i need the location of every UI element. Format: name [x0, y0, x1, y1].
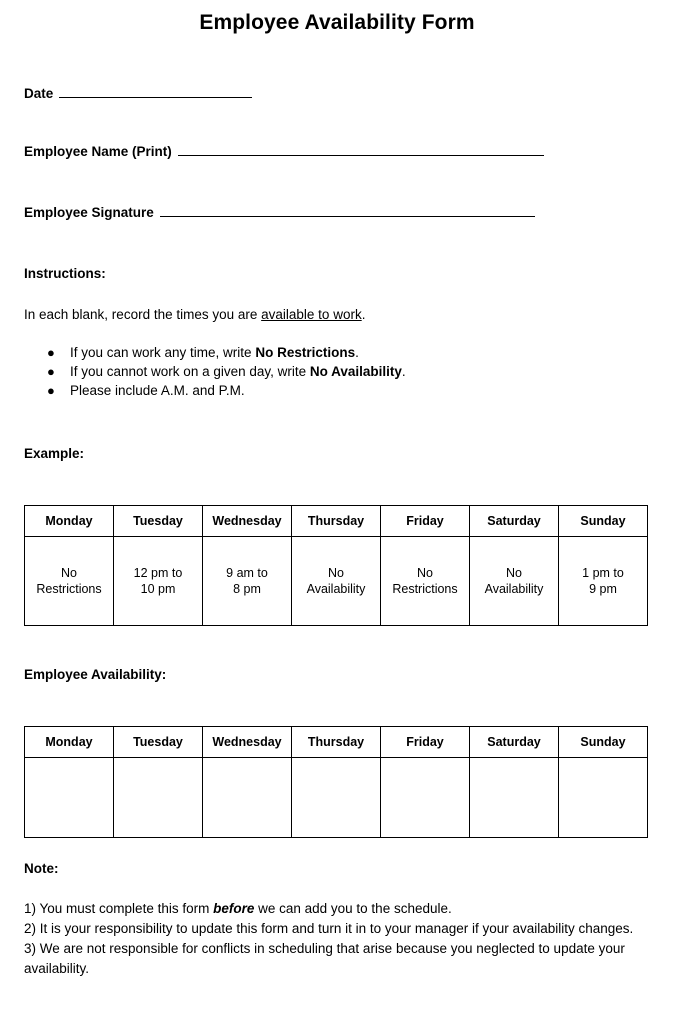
- column-header-friday: Friday: [380, 505, 470, 537]
- note-item-1-suffix: we can add you to the schedule.: [254, 901, 452, 916]
- cell-line: Availability: [484, 582, 544, 596]
- table-header-row: Monday Tuesday Wednesday Thursday Friday…: [24, 726, 648, 758]
- column-header-tuesday: Tuesday: [113, 726, 203, 758]
- example-cell-monday: No Restrictions: [24, 536, 114, 626]
- bullet-icon: ●: [47, 383, 55, 398]
- availability-cell-saturday[interactable]: [469, 757, 559, 838]
- cell-line: No: [328, 566, 344, 580]
- example-cell-wednesday: 9 am to 8 pm: [202, 536, 292, 626]
- instructions-intro-underlined: available to work: [261, 307, 362, 322]
- column-header-wednesday: Wednesday: [202, 505, 292, 537]
- availability-cell-wednesday[interactable]: [202, 757, 292, 838]
- note-item-3: 3) We are not responsible for conflicts …: [24, 939, 650, 979]
- example-cell-saturday: No Availability: [469, 536, 559, 626]
- list-item-text-suffix: .: [401, 364, 406, 379]
- column-header-monday: Monday: [24, 726, 114, 758]
- note-item-1-emphasis: before: [213, 901, 255, 916]
- note-item-1-prefix: 1) You must complete this form: [24, 901, 214, 916]
- list-item-text-prefix: If you cannot work on a given day, write: [70, 364, 310, 379]
- example-cell-tuesday: 12 pm to 10 pm: [113, 536, 203, 626]
- column-header-thursday: Thursday: [291, 505, 381, 537]
- field-date-input-rule[interactable]: [59, 86, 253, 98]
- page-title: Employee Availability Form: [199, 11, 475, 34]
- column-header-saturday: Saturday: [469, 505, 559, 537]
- column-header-wednesday: Wednesday: [202, 726, 292, 758]
- instructions-intro-prefix: In each blank, record the times you are: [24, 307, 262, 322]
- cell-line: 12 pm to: [133, 566, 183, 580]
- example-heading: Example:: [24, 446, 85, 461]
- note-heading: Note:: [24, 861, 59, 876]
- field-date: Date: [24, 86, 253, 101]
- example-cell-sunday: 1 pm to 9 pm: [558, 536, 648, 626]
- note-item-1: 1) You must complete this form before we…: [24, 899, 650, 919]
- example-cell-friday: No Restrictions: [380, 536, 470, 626]
- cell-line: 9 pm: [589, 582, 617, 596]
- availability-cell-friday[interactable]: [380, 757, 470, 838]
- field-employee-name-label: Employee Name (Print): [24, 144, 172, 159]
- employee-availability-heading: Employee Availability:: [24, 667, 167, 682]
- availability-cell-thursday[interactable]: [291, 757, 381, 838]
- list-item-text-prefix: If you can work any time, write: [70, 345, 256, 360]
- instructions-intro-suffix: .: [361, 307, 366, 322]
- instructions-bullet-list: ● If you can work any time, write No Rest…: [47, 343, 406, 400]
- field-employee-name: Employee Name (Print): [24, 144, 544, 159]
- column-header-thursday: Thursday: [291, 726, 381, 758]
- column-header-tuesday: Tuesday: [113, 505, 203, 537]
- list-item: ● If you can work any time, write No Rest…: [47, 343, 406, 362]
- field-employee-name-input-rule[interactable]: [177, 144, 544, 156]
- field-date-label: Date: [24, 86, 54, 101]
- column-header-monday: Monday: [24, 505, 114, 537]
- availability-cell-tuesday[interactable]: [113, 757, 203, 838]
- cell-line: Restrictions: [36, 582, 102, 596]
- instructions-heading: Instructions:: [24, 266, 106, 281]
- cell-line: Restrictions: [392, 582, 458, 596]
- table-row: No Restrictions 12 pm to 10 pm 9 am to 8…: [24, 536, 648, 626]
- note-item-3-text: 3) We are not responsible for conflicts …: [24, 941, 625, 976]
- column-header-sunday: Sunday: [558, 505, 648, 537]
- list-item-text-emphasis: No Restrictions: [255, 345, 356, 360]
- note-item-2: 2) It is your responsibility to update t…: [24, 919, 650, 939]
- note-item-2-text: 2) It is your responsibility to update t…: [24, 921, 634, 936]
- bullet-icon: ●: [47, 364, 55, 379]
- list-item-text-emphasis: No Availability: [309, 364, 402, 379]
- field-employee-signature-input-rule[interactable]: [159, 205, 535, 217]
- list-item: ● If you cannot work on a given day, writ…: [47, 362, 406, 381]
- field-employee-signature-label: Employee Signature: [24, 205, 154, 220]
- cell-line: Availability: [306, 582, 366, 596]
- column-header-saturday: Saturday: [469, 726, 559, 758]
- list-item-text-suffix: .: [355, 345, 359, 360]
- cell-line: 10 pm: [140, 582, 176, 596]
- availability-cell-monday[interactable]: [24, 757, 114, 838]
- cell-line: 1 pm to: [582, 566, 624, 580]
- cell-line: 9 am to: [226, 566, 268, 580]
- note-list: 1) You must complete this form before we…: [24, 899, 650, 979]
- example-cell-thursday: No Availability: [291, 536, 381, 626]
- employee-availability-table: Monday Tuesday Wednesday Thursday Friday…: [24, 726, 648, 838]
- bullet-icon: ●: [47, 345, 55, 360]
- field-employee-signature: Employee Signature: [24, 205, 535, 220]
- column-header-sunday: Sunday: [558, 726, 648, 758]
- table-row: [24, 757, 648, 838]
- cell-line: 8 pm: [233, 582, 261, 596]
- example-availability-table: Monday Tuesday Wednesday Thursday Friday…: [24, 505, 648, 626]
- table-header-row: Monday Tuesday Wednesday Thursday Friday…: [24, 505, 648, 537]
- availability-cell-sunday[interactable]: [558, 757, 648, 838]
- list-item-text-prefix: Please include A.M. and P.M.: [70, 383, 245, 398]
- cell-line: No: [417, 566, 433, 580]
- cell-line: No: [61, 566, 77, 580]
- cell-line: No: [506, 566, 522, 580]
- list-item: ● Please include A.M. and P.M.: [47, 381, 406, 400]
- instructions-intro: In each blank, record the times you are …: [24, 306, 365, 323]
- column-header-friday: Friday: [380, 726, 470, 758]
- form-page: Employee Availability Form Date Employee…: [0, 0, 674, 1013]
